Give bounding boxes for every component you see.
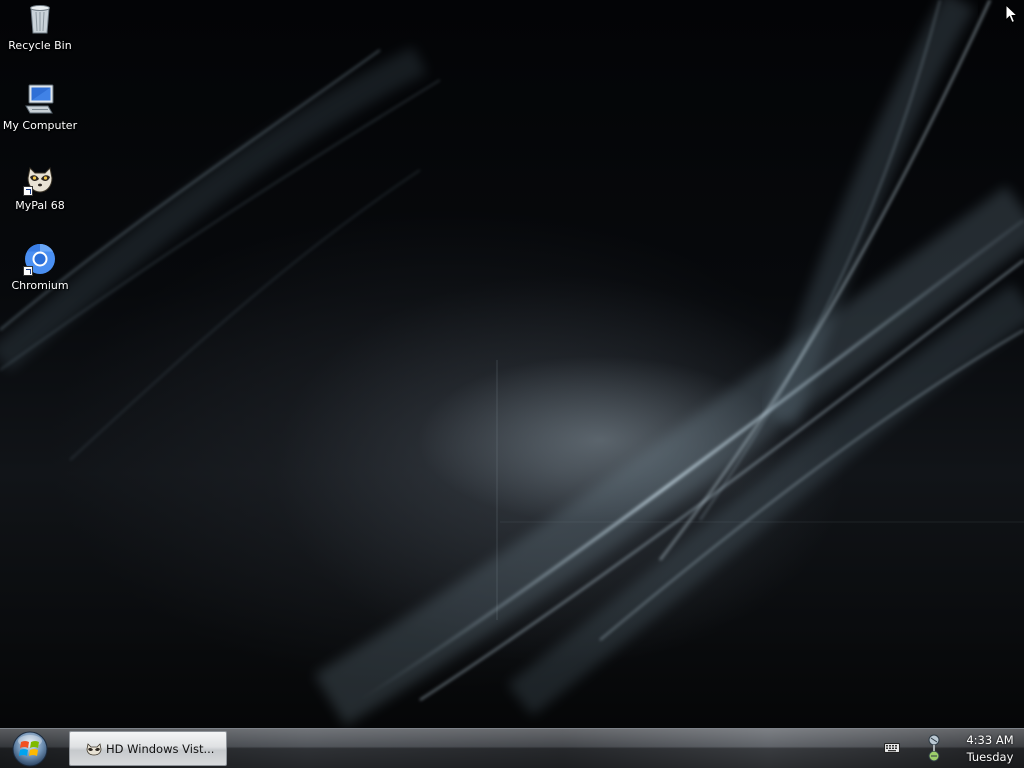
taskbar-task-button[interactable]: HD Windows Vist... (69, 731, 227, 766)
desktop-icon-label: Chromium (11, 279, 69, 292)
shortcut-arrow-icon (23, 266, 33, 276)
mouse-cursor-icon (1005, 4, 1019, 24)
desktop-icon-chromium[interactable]: Chromium (1, 242, 79, 292)
windows-orb-icon (12, 731, 48, 767)
clock-time: 4:33 AM (966, 733, 1014, 747)
desktop-icon-label: My Computer (2, 119, 78, 132)
shortcut-arrow-icon (23, 186, 33, 196)
desktop-icon-my-computer[interactable]: My Computer (1, 82, 79, 132)
taskbar: HD Windows Vist... 4:33 AM Tuesday (0, 728, 1024, 768)
clock-day: Tuesday (966, 750, 1014, 764)
network-icon[interactable] (926, 732, 946, 764)
desktop-icon-label: MyPal 68 (15, 199, 65, 212)
taskbar-clock[interactable]: 4:33 AM Tuesday (960, 732, 1020, 766)
mypal-raccoon-icon (86, 742, 102, 755)
wallpaper-aurora-streaks (0, 0, 1024, 726)
recycle-bin-icon (30, 5, 50, 34)
system-tray: 4:33 AM Tuesday (874, 729, 1024, 769)
start-button[interactable] (8, 730, 52, 768)
desktop[interactable]: Recycle Bin My Computer MyPal 68 Chromiu… (0, 0, 1024, 728)
computer-icon (25, 84, 54, 114)
task-button-label: HD Windows Vist... (106, 741, 215, 756)
desktop-icon-recycle-bin[interactable]: Recycle Bin (1, 2, 79, 52)
desktop-icon-mypal-68[interactable]: MyPal 68 (1, 162, 79, 212)
desktop-icon-label: Recycle Bin (8, 39, 72, 52)
keyboard-icon[interactable] (884, 742, 900, 754)
